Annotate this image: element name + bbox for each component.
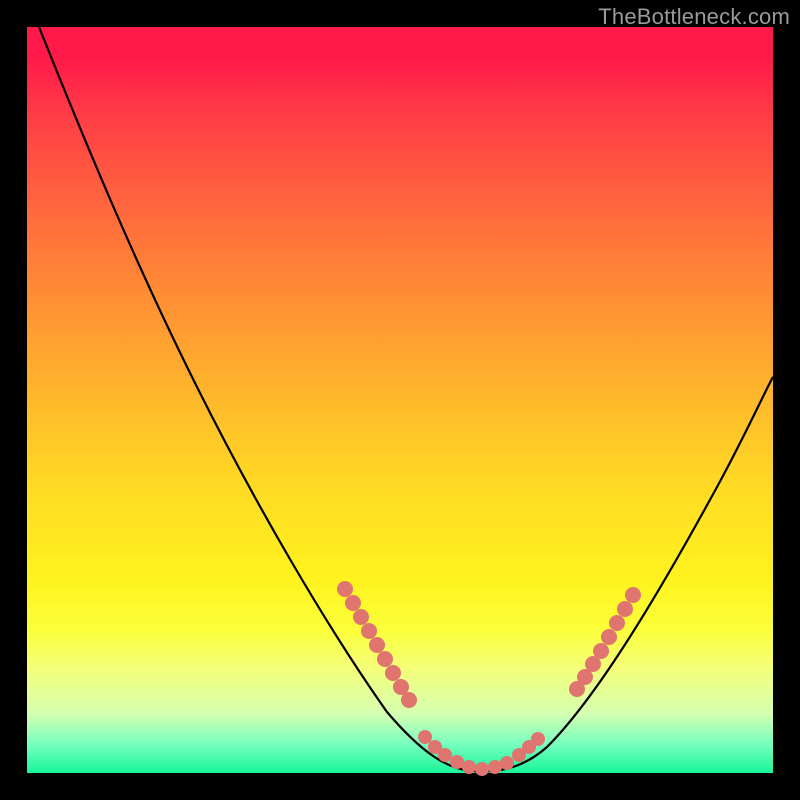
- bottleneck-curve: [27, 27, 773, 773]
- marker-cluster-right: [569, 587, 641, 697]
- curve-path: [39, 27, 773, 771]
- chart-frame: TheBottleneck.com: [0, 0, 800, 800]
- watermark-text: TheBottleneck.com: [598, 4, 790, 30]
- plot-area: [27, 27, 773, 773]
- marker-cluster-left: [337, 581, 417, 708]
- marker-cluster-valley: [418, 730, 545, 776]
